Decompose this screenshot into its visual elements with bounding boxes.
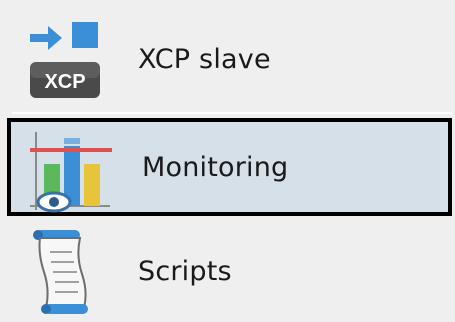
navigation-panel: XCP XCP slave Monitoring Scripts: [0, 0, 455, 322]
nav-item-label: XCP slave: [138, 43, 271, 75]
xcp-slave-icon: XCP: [30, 22, 100, 98]
nav-item-monitoring[interactable]: Monitoring: [7, 118, 452, 216]
monitoring-chart-icon: [30, 132, 112, 213]
nav-item-label: Monitoring: [142, 151, 289, 183]
scroll-icon: [33, 230, 88, 314]
nav-item-label: Scripts: [138, 255, 232, 287]
xcp-badge-text: XCP: [44, 71, 85, 93]
nav-item-scripts[interactable]: Scripts: [0, 222, 455, 320]
nav-item-xcp-slave[interactable]: XCP XCP slave: [0, 10, 455, 108]
separator: [12, 112, 452, 114]
